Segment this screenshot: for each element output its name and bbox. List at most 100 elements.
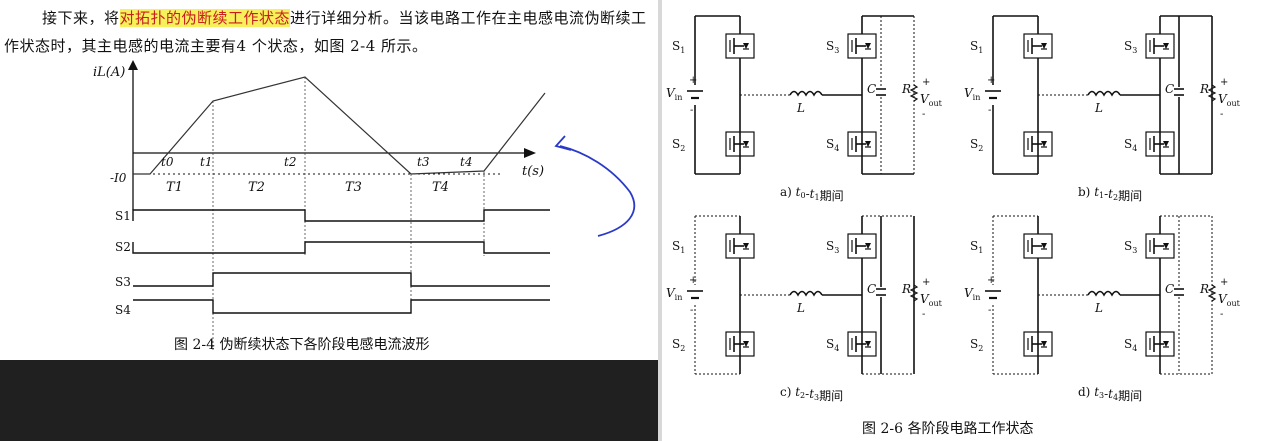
- mosfet-switch: [1145, 33, 1175, 59]
- t1-label: t1: [200, 155, 212, 169]
- y-axis-arrow: [128, 60, 138, 70]
- paragraph-text-3: ，如图 2-4 所示。: [298, 37, 428, 55]
- vout-label: Vout: [920, 92, 943, 108]
- vin-plus: +: [987, 275, 995, 286]
- s2-label: S2: [672, 337, 685, 353]
- interval-t2: T2: [248, 180, 265, 195]
- highlighted-text: 对拓扑的伪断续工作状态: [119, 9, 291, 27]
- mosfet-switch: [847, 233, 877, 259]
- resistor-label: R: [901, 282, 911, 296]
- s2-label: S2: [672, 137, 685, 153]
- inductor-icon: [1087, 290, 1121, 297]
- vout-minus: -: [1220, 309, 1223, 320]
- neg-i0-label: -I0: [110, 171, 127, 185]
- circuit-panel-a: L Vin + - S1 S2 S3 S4 C R Vout + - a) t0-t1期间: [666, 15, 943, 203]
- x-axis-label: t(s): [522, 164, 544, 179]
- t4-label: t4: [460, 155, 472, 169]
- s1-label: S1: [115, 209, 131, 223]
- s1-label: S1: [970, 239, 983, 255]
- mosfet-switch: [725, 33, 755, 59]
- body-paragraph: 接下来，将对拓扑的伪断续工作状态进行详细分析。当该电路工作在主电感电流伪断续工作…: [4, 4, 654, 60]
- paragraph-text-1: 接下来，将: [42, 9, 120, 27]
- s3-signal: [133, 272, 550, 287]
- s2-label: S2: [970, 337, 983, 353]
- vout-minus: -: [1220, 109, 1223, 120]
- s1-label: S1: [672, 39, 685, 55]
- vin-plus: +: [689, 275, 697, 286]
- capacitor-label: C: [867, 282, 876, 296]
- s3-label: S3: [1124, 239, 1137, 255]
- vout-minus: -: [922, 309, 925, 320]
- s4-label: S4: [826, 337, 839, 353]
- right-document-page: L Vin + - S1 S2 S3 S4 C R Vout + - a) t0-t1期间 L Vin + - S1…: [662, 0, 1287, 441]
- inductor-icon: [789, 290, 823, 297]
- vin-minus: -: [988, 305, 991, 316]
- s2-signal: [132, 241, 550, 254]
- s3-label: S3: [826, 239, 839, 255]
- s3-label: S3: [115, 275, 131, 289]
- inductor-label: L: [796, 101, 805, 115]
- t3-label: t3: [417, 155, 430, 169]
- vout-label: Vout: [1218, 292, 1241, 308]
- circuit-panel-c: L Vin + - S1 S2 S3 S4 C R Vout + - c) t2-t3期间: [666, 215, 943, 403]
- inductor-icon: [1087, 90, 1121, 97]
- resistor-label: R: [1199, 282, 1209, 296]
- pen-arrow-curve: [559, 145, 636, 237]
- vout-minus: -: [922, 109, 925, 120]
- vout-label: Vout: [920, 292, 943, 308]
- s4-signal: [133, 299, 550, 314]
- circuit-states-figure: L Vin + - S1 S2 S3 S4 C R Vout + - a) t0-t1期间 L Vin + - S1…: [666, 15, 1241, 437]
- panel-caption: a) t0-t1期间: [780, 185, 844, 203]
- s2-label: S2: [115, 240, 131, 254]
- figure-caption: 图 2-4 伪断续状态下各阶段电感电流波形: [174, 336, 429, 353]
- y-axis-label: iL(A): [93, 65, 125, 80]
- vout-plus: +: [1220, 77, 1228, 88]
- figure-caption-right: 图 2-6 各阶段电路工作状态: [862, 421, 1033, 437]
- mosfet-switch: [1145, 233, 1175, 259]
- circuit-panel-b: L Vin + - S1 S2 S3 S4 C R Vout + - b) t1-t2期间: [964, 15, 1241, 203]
- inductor-label: L: [1094, 301, 1103, 315]
- inductor-icon: [789, 90, 823, 97]
- vin-plus: +: [689, 75, 697, 86]
- mosfet-switch: [1023, 233, 1053, 259]
- mosfet-switch: [847, 33, 877, 59]
- viewer-background: [0, 360, 658, 441]
- vin-label: Vin: [964, 286, 980, 302]
- inductor-label: L: [796, 301, 805, 315]
- vout-label: Vout: [1218, 92, 1241, 108]
- s4-label: S4: [115, 303, 131, 317]
- vin-minus: -: [690, 305, 693, 316]
- x-axis-arrow: [524, 148, 536, 158]
- vin-minus: -: [690, 105, 693, 116]
- vin-label: Vin: [666, 86, 682, 102]
- left-document-page: 接下来，将对拓扑的伪断续工作状态进行详细分析。当该电路工作在主电感电流伪断续工作…: [0, 0, 658, 441]
- circuit-panel-d: L Vin + - S1 S2 S3 S4 C R Vout + - d) t3-t4期间: [964, 215, 1241, 403]
- interval-t4: T4: [432, 180, 449, 195]
- vout-plus: +: [1220, 277, 1228, 288]
- t2-label: t2: [284, 155, 296, 169]
- s1-label: S1: [672, 239, 685, 255]
- vin-plus: +: [987, 75, 995, 86]
- mosfet-switch: [725, 233, 755, 259]
- s1-label: S1: [970, 39, 983, 55]
- s4-label: S4: [1124, 337, 1137, 353]
- t0-label: t0: [161, 155, 174, 169]
- capacitor-label: C: [1165, 282, 1174, 296]
- resistor-label: R: [901, 82, 911, 96]
- panel-caption: d) t3-t4期间: [1078, 385, 1142, 403]
- inductor-current-waveform: [133, 76, 546, 175]
- vin-label: Vin: [964, 86, 980, 102]
- capacitor-label: C: [867, 82, 876, 96]
- s4-label: S4: [826, 137, 839, 153]
- vin-label: Vin: [666, 286, 682, 302]
- waveform-figure: iL(A) t(s) -I0 t0 t1 t2 t3 t4 T1 T2 T3 T…: [93, 60, 636, 353]
- s3-label: S3: [1124, 39, 1137, 55]
- vout-plus: +: [922, 277, 930, 288]
- s2-label: S2: [970, 137, 983, 153]
- vout-plus: +: [922, 77, 930, 88]
- panel-caption: b) t1-t2期间: [1078, 185, 1142, 203]
- capacitor-label: C: [1165, 82, 1174, 96]
- vin-minus: -: [988, 105, 991, 116]
- s4-label: S4: [1124, 137, 1137, 153]
- s3-label: S3: [826, 39, 839, 55]
